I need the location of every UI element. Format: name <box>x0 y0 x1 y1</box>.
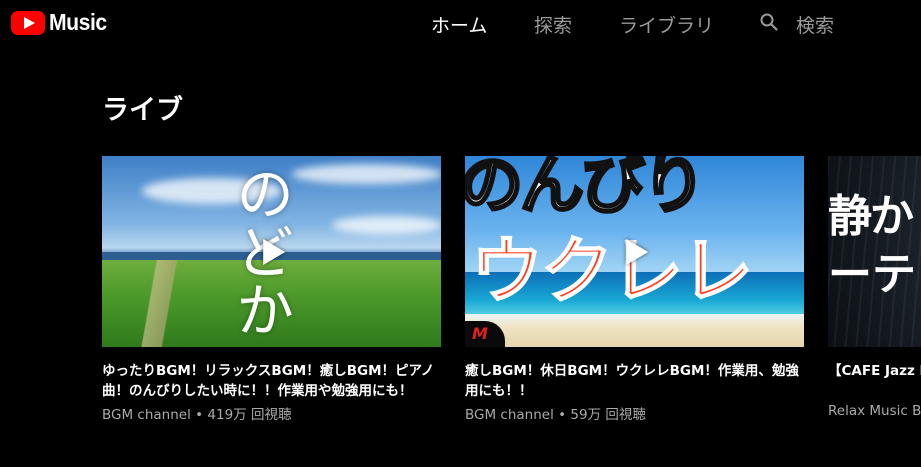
youtube-play-logo-icon <box>11 10 45 35</box>
nav-explore[interactable]: 探索 <box>534 11 572 38</box>
video-title[interactable]: 【CAFE Jazz Mズソング♪ 作 <box>828 361 921 401</box>
nav-library[interactable]: ライブラリ <box>619 11 714 38</box>
video-thumbnail[interactable]: 静か ーテ <box>828 156 921 347</box>
search-label[interactable]: 検索 <box>796 11 834 38</box>
thumbnail-text-main: ウクレレ <box>470 228 754 314</box>
video-title[interactable]: 癒しBGM！休日BGM！ウクレレBGM！作業用、勉強用にも！！ <box>465 361 804 401</box>
thumbnail-road <box>102 260 222 347</box>
channel-badge-letter: M <box>472 324 488 343</box>
cloud-shape <box>292 164 441 184</box>
thumbnail-beach <box>465 314 804 347</box>
video-card[interactable]: 静か ーテ 【CAFE Jazz Mズソング♪ 作 Relax Music BG <box>828 156 921 419</box>
play-icon[interactable] <box>262 238 285 265</box>
play-icon[interactable] <box>625 238 648 265</box>
video-thumbnail[interactable]: のどか <box>102 156 441 347</box>
search-icon[interactable] <box>760 13 778 31</box>
cloud-shape <box>332 216 441 234</box>
video-title[interactable]: ゆったりBGM！リラックスBGM！癒しBGM！ピアノ曲！のんびりしたい時に！！作… <box>102 361 441 401</box>
thumbnail-text-1: 静か <box>828 191 914 242</box>
video-subtitle: BGM channel • 59万 回視聴 <box>465 407 646 423</box>
video-card[interactable]: のんびり ウクレレ M 癒しBGM！休日BGM！ウクレレBGM！作業用、勉強用に… <box>465 156 804 423</box>
video-subtitle: BGM channel • 419万 回視聴 <box>102 407 292 423</box>
youtube-music-logo[interactable]: Music <box>11 9 112 36</box>
video-card[interactable]: のどか ゆったりBGM！リラックスBGM！癒しBGM！ピアノ曲！のんびりしたい時… <box>102 156 441 423</box>
logo-text: Music <box>49 9 107 35</box>
video-subtitle: Relax Music BG <box>828 403 921 419</box>
thumbnail-text-2: ーテ <box>828 249 916 300</box>
nav-home[interactable]: ホーム <box>431 11 487 38</box>
video-thumbnail[interactable]: のんびり ウクレレ M <box>465 156 804 347</box>
top-bar: Music ホーム 探索 ライブラリ 検索 <box>0 0 921 48</box>
section-title: ライブ <box>102 95 183 126</box>
